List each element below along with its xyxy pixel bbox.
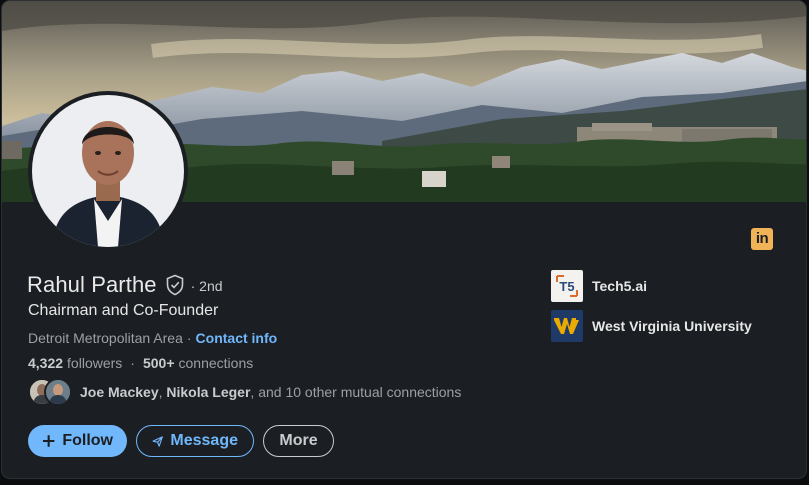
contact-info-link[interactable]: Contact info: [196, 330, 278, 346]
mutual-rest: , and 10 other mutual connections: [250, 384, 462, 400]
tech5-logo-icon: T5: [551, 270, 583, 302]
connections-count[interactable]: 500+: [143, 355, 175, 371]
avatar: [44, 378, 72, 406]
profile-stats: 4,322 followers · 500+ connections: [28, 355, 253, 371]
svg-text:T5: T5: [559, 279, 574, 294]
mutual-connections[interactable]: Joe Mackey, Nikola Leger, and 10 other m…: [28, 378, 461, 406]
org-name-tech5: Tech5.ai: [592, 278, 647, 294]
linkedin-icon[interactable]: in: [751, 228, 773, 250]
wvu-logo-icon: WV: [551, 310, 583, 342]
follow-button[interactable]: Follow: [28, 425, 127, 457]
name-row: Rahul Parthe · 2nd: [27, 272, 223, 298]
verified-icon[interactable]: [165, 274, 185, 296]
organizations-list: T5 Tech5.ai WV West Virginia University: [551, 270, 752, 350]
mutual-avatars: [28, 378, 74, 406]
more-button[interactable]: More: [263, 425, 334, 457]
mutual-separator: ,: [158, 384, 163, 400]
followers-label: followers: [67, 355, 123, 371]
stats-separator: ·: [130, 355, 135, 371]
profile-avatar-image: [32, 95, 184, 247]
location-separator: ·: [186, 330, 192, 346]
message-label: Message: [170, 432, 238, 449]
org-item-tech5[interactable]: T5 Tech5.ai: [551, 270, 752, 302]
connections-label[interactable]: connections: [179, 355, 254, 371]
profile-card: in Rahul Parthe · 2nd Chairman and Co-Fo…: [1, 0, 807, 479]
follow-label: Follow: [62, 432, 113, 449]
profile-headline: Chairman and Co-Founder: [28, 302, 219, 319]
more-label: More: [279, 432, 318, 449]
profile-location: Detroit Metropolitan Area: [28, 330, 183, 346]
mutual-name-2: Nikola Leger: [166, 384, 251, 400]
mutual-connections-text[interactable]: Joe Mackey, Nikola Leger, and 10 other m…: [80, 384, 461, 400]
message-button[interactable]: Message: [136, 425, 254, 457]
org-item-wvu[interactable]: WV West Virginia University: [551, 310, 752, 342]
profile-actions: Follow Message More: [28, 425, 334, 457]
followers-count: 4,322: [28, 355, 64, 371]
profile-photo[interactable]: [28, 91, 188, 251]
location-row: Detroit Metropolitan Area · Contact info: [28, 330, 277, 346]
send-icon: [152, 435, 163, 447]
plus-icon: [42, 435, 55, 447]
profile-name: Rahul Parthe: [27, 272, 157, 297]
mutual-name-1: Joe Mackey: [80, 384, 159, 400]
org-name-wvu: West Virginia University: [592, 318, 752, 334]
connection-degree: · 2nd: [190, 278, 223, 294]
